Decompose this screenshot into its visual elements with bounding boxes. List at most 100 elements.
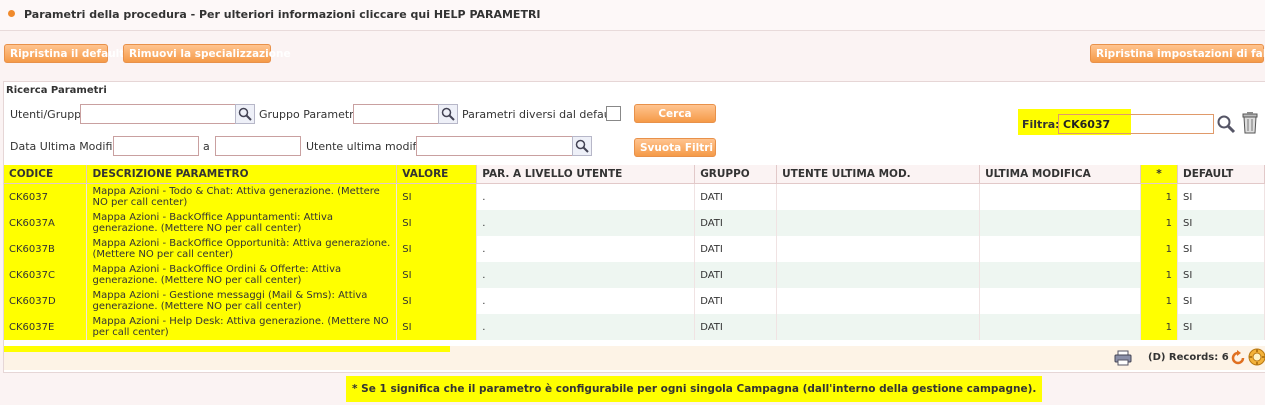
last-mod-date-label: Data Ultima Modifica: [10, 140, 126, 153]
title-bar: Parametri della procedura - Per ulterior…: [0, 0, 1265, 31]
cell-star: 1: [1140, 262, 1178, 288]
restore-default-button[interactable]: Ripristina il default: [4, 44, 124, 63]
cell-description: Mappa Azioni - Gestione messaggi (Mail &…: [86, 288, 398, 314]
trash-icon[interactable]: [1242, 112, 1258, 137]
filter-input[interactable]: CK6037: [1058, 114, 1214, 134]
cell-value: SI: [396, 236, 478, 262]
cell-code: CK6037: [4, 183, 88, 210]
cell-value: SI: [396, 183, 478, 210]
cell-last-mod: [979, 262, 1142, 288]
page-title[interactable]: Parametri della procedura - Per ulterior…: [24, 8, 541, 21]
cell-star: 1: [1140, 210, 1178, 236]
bullet-icon: [8, 10, 15, 17]
cell-star: 1: [1140, 183, 1178, 210]
restore-factory-settings-button[interactable]: Ripristina impostazioni di fabbrica: [1090, 44, 1265, 63]
cell-value: SI: [396, 262, 478, 288]
diff-from-default-checkbox[interactable]: [606, 106, 621, 121]
cell-user-level: .: [476, 288, 696, 314]
cell-value: SI: [396, 288, 478, 314]
footnote: * Se 1 significa che il parametro è conf…: [346, 376, 1043, 402]
cell-last-mod: [979, 183, 1142, 210]
cell-star: 1: [1140, 314, 1178, 340]
clear-filters-button[interactable]: Svuota Filtri: [634, 138, 716, 157]
cell-default: SI: [1177, 288, 1265, 314]
last-mod-date-from-input[interactable]: [113, 136, 199, 156]
cell-last-mod-user: [776, 183, 981, 210]
diff-from-default-label: Parametri diversi dal default: [462, 108, 619, 121]
filter-search-icon[interactable]: [1216, 114, 1236, 137]
param-group-input[interactable]: [353, 104, 439, 124]
cell-value: SI: [396, 210, 478, 236]
table-row[interactable]: CK6037E Mappa Azioni - Help Desk: Attiva…: [4, 314, 1265, 340]
users-groups-search-icon[interactable]: [235, 104, 255, 124]
cell-description: Mappa Azioni - Todo & Chat: Attiva gener…: [86, 183, 398, 210]
users-groups-input[interactable]: [80, 104, 236, 124]
cell-description: Mappa Azioni - BackOffice Ordini & Offer…: [86, 262, 398, 288]
col-header-default[interactable]: DEFAULT: [1177, 165, 1265, 184]
filter-value: CK6037: [1063, 118, 1111, 131]
search-button[interactable]: Cerca: [634, 104, 716, 123]
last-mod-user-input[interactable]: [416, 136, 574, 156]
cell-user-level: .: [476, 262, 696, 288]
last-mod-date-to-input[interactable]: [215, 136, 301, 156]
cell-code: CK6037B: [4, 236, 88, 262]
last-mod-user-search-icon[interactable]: [572, 136, 592, 156]
table-row[interactable]: CK6037A Mappa Azioni - BackOffice Appunt…: [4, 210, 1265, 236]
cell-default: SI: [1177, 314, 1265, 340]
cell-group: DATI: [694, 210, 778, 236]
param-group-label: Gruppo Parametro: [259, 108, 361, 121]
cell-default: SI: [1177, 183, 1265, 210]
cell-last-mod-user: [776, 210, 981, 236]
table-row[interactable]: CK6037B Mappa Azioni - BackOffice Opport…: [4, 236, 1265, 262]
footer-highlight: [4, 346, 450, 352]
cell-last-mod-user: [776, 262, 981, 288]
cell-group: DATI: [694, 236, 778, 262]
records-count: (D) Records: 6: [1148, 352, 1229, 363]
col-header-last-mod[interactable]: ULTIMA MODIFICA: [979, 165, 1142, 184]
cell-description: Mappa Azioni - Help Desk: Attiva generaz…: [86, 314, 398, 340]
cell-last-mod: [979, 314, 1142, 340]
col-header-value[interactable]: VALORE: [396, 165, 478, 184]
cell-star: 1: [1140, 236, 1178, 262]
col-header-code[interactable]: CODICE: [4, 165, 88, 184]
parameters-table: CODICE DESCRIZIONE PARAMETRO VALORE PAR.…: [4, 165, 1265, 340]
table-row[interactable]: CK6037C Mappa Azioni - BackOffice Ordini…: [4, 262, 1265, 288]
cell-group: DATI: [694, 314, 778, 340]
col-header-group[interactable]: GRUPPO: [694, 165, 778, 184]
cell-user-level: .: [476, 236, 696, 262]
table-footer: (D) Records: 6: [4, 346, 1265, 370]
cell-default: SI: [1177, 262, 1265, 288]
cell-star: 1: [1140, 288, 1178, 314]
date-to-label: a: [203, 140, 210, 153]
cell-code: CK6037D: [4, 288, 88, 314]
last-mod-user-label: Utente ultima modifica: [306, 140, 433, 153]
col-header-last-mod-user[interactable]: UTENTE ULTIMA MOD.: [776, 165, 981, 184]
col-header-star[interactable]: *: [1140, 165, 1178, 184]
cell-description: Mappa Azioni - BackOffice Appuntamenti: …: [86, 210, 398, 236]
cell-last-mod-user: [776, 314, 981, 340]
search-section-title: Ricerca Parametri: [6, 85, 107, 96]
remove-specialization-button[interactable]: Rimuovi la specializzazione: [123, 44, 291, 63]
cell-last-mod: [979, 288, 1142, 314]
col-header-description[interactable]: DESCRIZIONE PARAMETRO: [86, 165, 398, 184]
cell-group: DATI: [694, 262, 778, 288]
cell-code: CK6037C: [4, 262, 88, 288]
refresh-icon[interactable]: [1230, 350, 1246, 369]
cell-group: DATI: [694, 288, 778, 314]
cell-last-mod: [979, 236, 1142, 262]
cell-default: SI: [1177, 210, 1265, 236]
cell-code: CK6037A: [4, 210, 88, 236]
print-icon[interactable]: [1114, 350, 1132, 369]
settings-icon[interactable]: [1248, 348, 1265, 369]
filter-label: Filtra:: [1022, 118, 1060, 131]
cell-value: SI: [396, 314, 478, 340]
col-header-user-level[interactable]: PAR. A LIVELLO UTENTE: [476, 165, 696, 184]
cell-default: SI: [1177, 236, 1265, 262]
cell-user-level: .: [476, 314, 696, 340]
table-row[interactable]: CK6037D Mappa Azioni - Gestione messaggi…: [4, 288, 1265, 314]
cell-group: DATI: [694, 183, 778, 210]
param-group-search-icon[interactable]: [438, 104, 458, 124]
table-row[interactable]: CK6037 Mappa Azioni - Todo & Chat: Attiv…: [4, 183, 1265, 210]
cell-last-mod-user: [776, 236, 981, 262]
cell-user-level: .: [476, 210, 696, 236]
